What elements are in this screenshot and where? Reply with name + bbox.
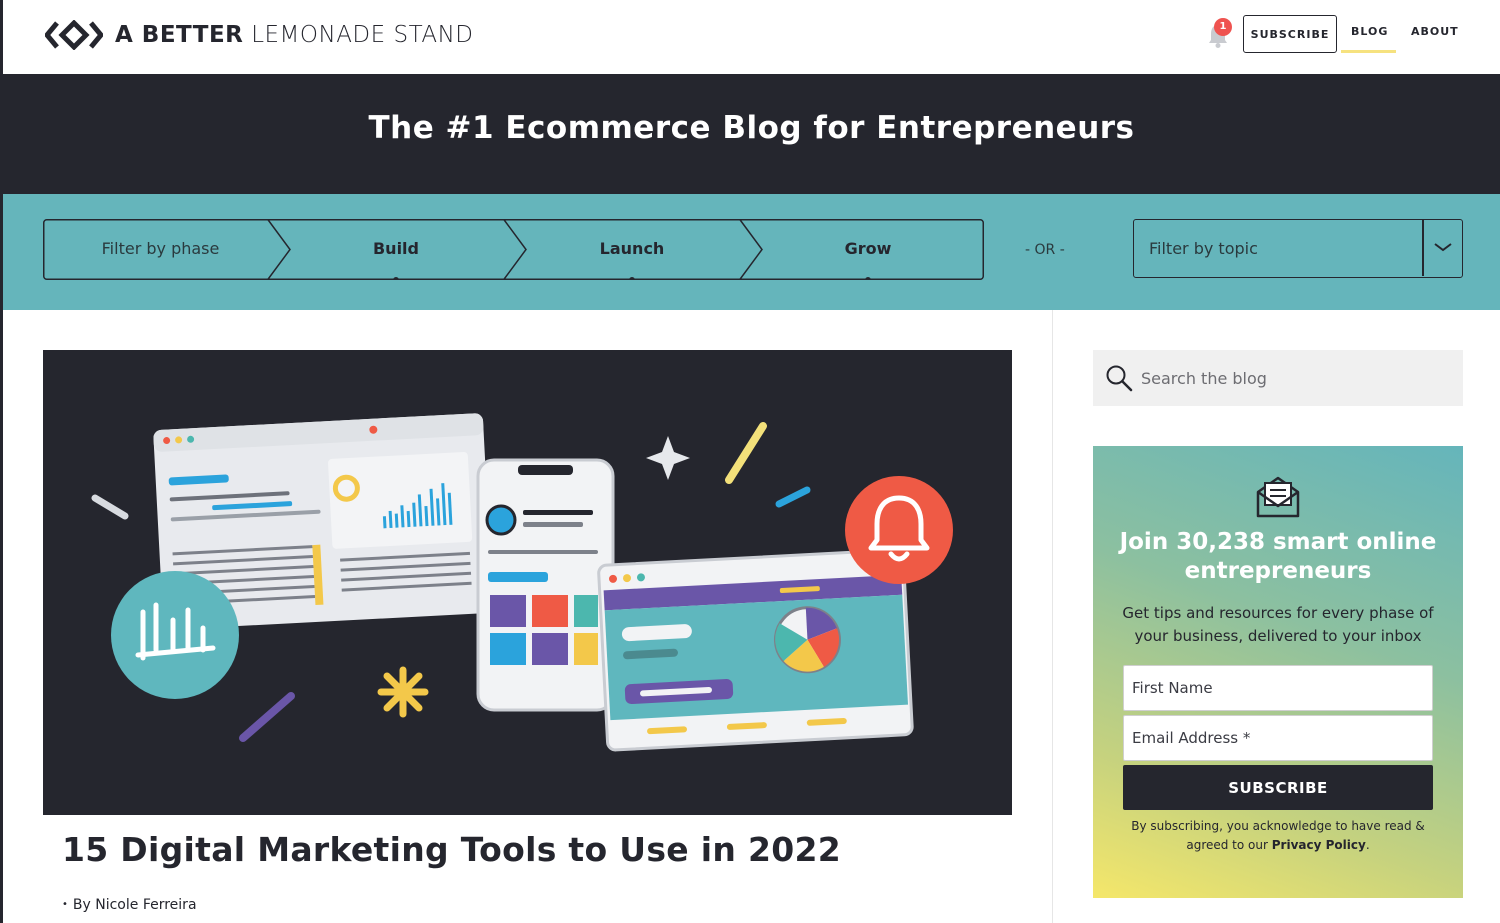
phase-build-button[interactable]: Build [278,239,514,258]
search-icon[interactable] [1105,364,1133,392]
or-separator: - OR - [1025,242,1065,258]
email-field[interactable] [1123,715,1433,761]
hero-banner: The #1 Ecommerce Blog for Entrepreneurs [3,74,1500,194]
phase-grow-button[interactable]: Grow [750,239,986,258]
notification-count-badge: 1 [1214,18,1232,36]
signup-subscribe-button[interactable]: SUBSCRIBE [1123,765,1433,810]
post-byline: • By Nicole Ferreira [62,897,197,913]
content-divider [1052,310,1053,923]
phase-filter-label: Filter by phase [101,239,220,258]
header-subscribe-button[interactable]: SUBSCRIBE [1243,15,1337,53]
privacy-policy-link[interactable]: Privacy Policy [1272,838,1366,852]
logo-wordmark: A BETTER LEMONADE STAND [115,22,474,48]
logo-mark-icon [45,20,103,50]
site-header: A BETTER LEMONADE STAND 1 SUBSCRIBE BLOG… [0,0,1500,74]
featured-post-image[interactable] [43,350,1012,815]
phase-filter: Filter by phase Build Launch Grow [43,219,984,280]
filter-band: Filter by phase Build Launch Grow - OR -… [3,194,1500,310]
topic-filter-label: Filter by topic [1149,239,1258,258]
bullet-icon: • [62,899,68,910]
nav-about-link[interactable]: ABOUT [1411,25,1459,38]
site-logo[interactable]: A BETTER LEMONADE STAND [45,20,474,50]
envelope-icon [1256,476,1300,518]
nav-active-underline [1341,50,1396,53]
phase-launch-button[interactable]: Launch [514,239,750,258]
first-name-field[interactable] [1123,665,1433,711]
post-title[interactable]: 15 Digital Marketing Tools to Use in 202… [62,830,841,869]
select-divider [1422,220,1424,276]
search-input[interactable] [1141,350,1451,406]
hero-title: The #1 Ecommerce Blog for Entrepreneurs [368,110,1135,146]
signup-description: Get tips and resources for every phase o… [1122,604,1434,645]
marketing-tools-illustration [91,413,953,752]
newsletter-signup: Join 30,238 smart online entrepreneurs G… [1093,446,1463,898]
signup-legal-text: By subscribing, you acknowledge to have … [1123,817,1433,855]
legal-suffix: . [1365,838,1370,852]
post-author: By Nicole Ferreira [72,897,197,913]
chevron-down-icon [1434,243,1452,252]
topic-filter-select[interactable]: Filter by topic [1133,219,1463,278]
nav-blog-link[interactable]: BLOG [1351,25,1388,38]
blog-search [1093,350,1463,406]
signup-title: Join 30,238 smart online entrepreneurs [1119,529,1437,584]
